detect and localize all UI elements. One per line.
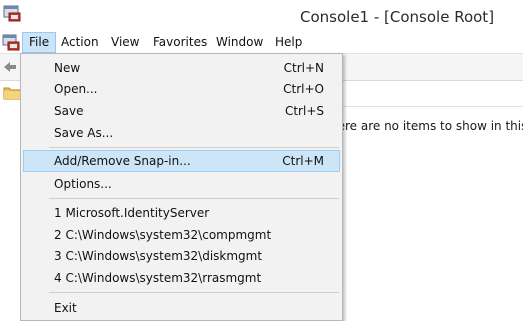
menu-item-label: New — [54, 61, 81, 75]
menu-item-label: Options... — [54, 177, 112, 191]
menu-item-label: Open... — [54, 82, 98, 96]
shortcut-label: Ctrl+N — [283, 61, 324, 75]
menu-favorites[interactable]: Favorites — [147, 32, 213, 53]
menu-file[interactable]: File — [22, 32, 57, 53]
shortcut-label: Ctrl+S — [284, 104, 324, 118]
menu-separator — [49, 147, 339, 148]
menu-item-exit[interactable]: Exit — [23, 297, 340, 319]
menu-item-label: 1 Microsoft.IdentityServer — [54, 206, 210, 220]
menu-item-label: 3 C:\Windows\system32\diskmgmt — [54, 249, 263, 263]
menu-separator — [49, 292, 339, 293]
menu-item-label: 2 C:\Windows\system32\compmgmt — [54, 228, 272, 242]
file-menu-dropdown: New Ctrl+N Open... Ctrl+O Save Ctrl+S Sa… — [20, 53, 343, 321]
menu-item-label: Save — [54, 104, 84, 118]
shortcut-label: Ctrl+M — [282, 154, 324, 168]
menu-window[interactable]: Window — [210, 32, 269, 53]
menu-action[interactable]: Action — [55, 32, 105, 53]
title-bar: Console1 - [Console Root] — [0, 0, 523, 32]
menu-item-new[interactable]: New Ctrl+N — [23, 57, 340, 79]
menu-item-recent-2[interactable]: 2 C:\Windows\system32\compmgmt — [23, 224, 340, 246]
menu-item-add-remove-snap-in[interactable]: Add/Remove Snap-in... Ctrl+M — [23, 150, 340, 172]
menu-item-options[interactable]: Options... — [23, 173, 340, 195]
menu-item-label: Add/Remove Snap-in... — [54, 154, 191, 168]
menu-item-recent-4[interactable]: 4 C:\Windows\system32\rrasmgmt — [23, 267, 340, 289]
mdi-child-icon[interactable] — [2, 34, 20, 51]
menu-view[interactable]: View — [105, 32, 145, 53]
menu-item-label: Save As... — [54, 126, 114, 140]
mmc-app-icon[interactable] — [3, 4, 21, 22]
menu-item-save-as[interactable]: Save As... — [23, 122, 340, 144]
window-title: Console1 - [Console Root] — [300, 8, 495, 26]
menu-item-save[interactable]: Save Ctrl+S — [23, 100, 340, 122]
menu-item-recent-1[interactable]: 1 Microsoft.IdentityServer — [23, 202, 340, 224]
menu-help[interactable]: Help — [269, 32, 308, 53]
menu-bar: File Action View Favorites Window Help — [0, 32, 523, 54]
folder-icon[interactable] — [3, 85, 21, 100]
menu-item-label: 4 C:\Windows\system32\rrasmgmt — [54, 271, 262, 285]
menu-separator — [49, 198, 339, 199]
menu-item-recent-3[interactable]: 3 C:\Windows\system32\diskmgmt — [23, 245, 340, 267]
empty-results-message: here are no items to show in this vi — [330, 119, 523, 133]
back-arrow-icon[interactable] — [2, 59, 18, 75]
shortcut-label: Ctrl+O — [283, 82, 324, 96]
menu-item-open[interactable]: Open... Ctrl+O — [23, 78, 340, 100]
menu-item-label: Exit — [54, 301, 77, 315]
